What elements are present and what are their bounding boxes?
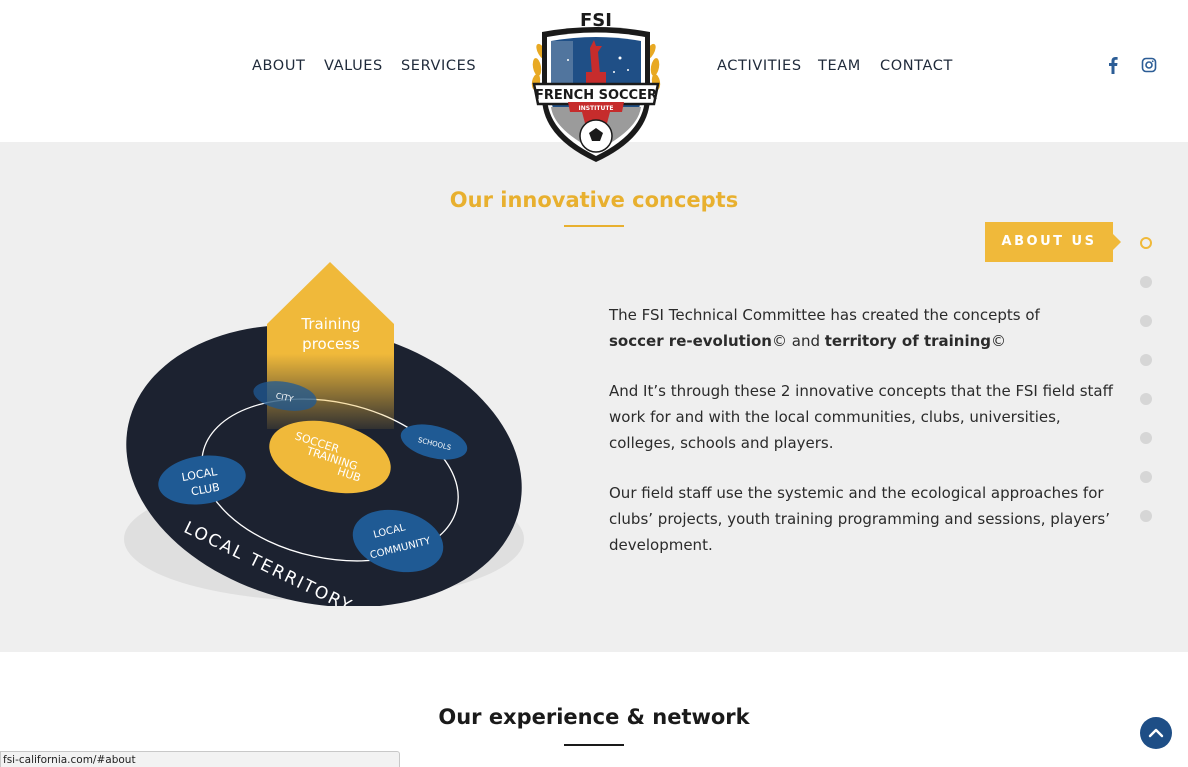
territory-diagram: Training process CITY SCHOOLS LOCAL CLUB… bbox=[118, 254, 530, 617]
nav-services[interactable]: SERVICES bbox=[401, 58, 476, 74]
concept-soccer-re-evolution: soccer re-evolution bbox=[609, 332, 772, 350]
chevron-up-icon bbox=[1148, 728, 1164, 738]
section-dot-1[interactable] bbox=[1140, 237, 1152, 249]
arrow-label-training: Training bbox=[300, 315, 360, 333]
section-dot-3[interactable] bbox=[1140, 315, 1152, 327]
about-paragraph-1: The FSI Technical Committee has created … bbox=[609, 306, 1040, 350]
status-url: fsi-california.com/#about bbox=[0, 751, 400, 767]
facebook-icon[interactable] bbox=[1106, 56, 1124, 76]
about-section: Our innovative concepts ABOUT US The FSI… bbox=[0, 142, 1188, 652]
about-paragraph-3: Our field staff use the systemic and the… bbox=[609, 484, 1111, 554]
about-paragraph-2: And It’s through these 2 innovative conc… bbox=[609, 382, 1113, 452]
nav-contact[interactable]: CONTACT bbox=[880, 58, 953, 74]
logo-banner-text: FRENCH SOCCER bbox=[535, 88, 657, 103]
about-us-badge[interactable]: ABOUT US bbox=[985, 222, 1121, 262]
section-dot-4[interactable] bbox=[1140, 354, 1152, 366]
nav-activities[interactable]: ACTIVITIES bbox=[717, 58, 802, 74]
logo-sub-text: INSTITUTE bbox=[578, 105, 613, 112]
about-title: Our innovative concepts bbox=[449, 188, 739, 212]
logo-top-text: FSI bbox=[580, 12, 612, 31]
experience-title: Our experience & network bbox=[438, 705, 750, 729]
scroll-top-button[interactable] bbox=[1140, 717, 1172, 749]
nav-team[interactable]: TEAM bbox=[818, 58, 861, 74]
about-text: The FSI Technical Committee has created … bbox=[609, 302, 1119, 582]
section-dot-5[interactable] bbox=[1140, 393, 1152, 405]
experience-title-underline bbox=[564, 744, 624, 746]
nav-about[interactable]: ABOUT bbox=[252, 58, 306, 74]
concept-territory-of-training: territory of training bbox=[824, 332, 992, 350]
section-dot-2[interactable] bbox=[1140, 276, 1152, 288]
about-title-underline bbox=[564, 225, 624, 227]
section-dot-6[interactable] bbox=[1140, 432, 1152, 444]
arrow-label-process: process bbox=[302, 335, 360, 353]
instagram-icon[interactable] bbox=[1141, 56, 1159, 76]
fsi-logo[interactable]: FSI FRENCH SOCCER INSTITUTE bbox=[528, 10, 664, 168]
section-dot-8[interactable] bbox=[1140, 510, 1152, 522]
section-dot-7[interactable] bbox=[1140, 471, 1152, 483]
nav-values[interactable]: VALUES bbox=[324, 58, 383, 74]
